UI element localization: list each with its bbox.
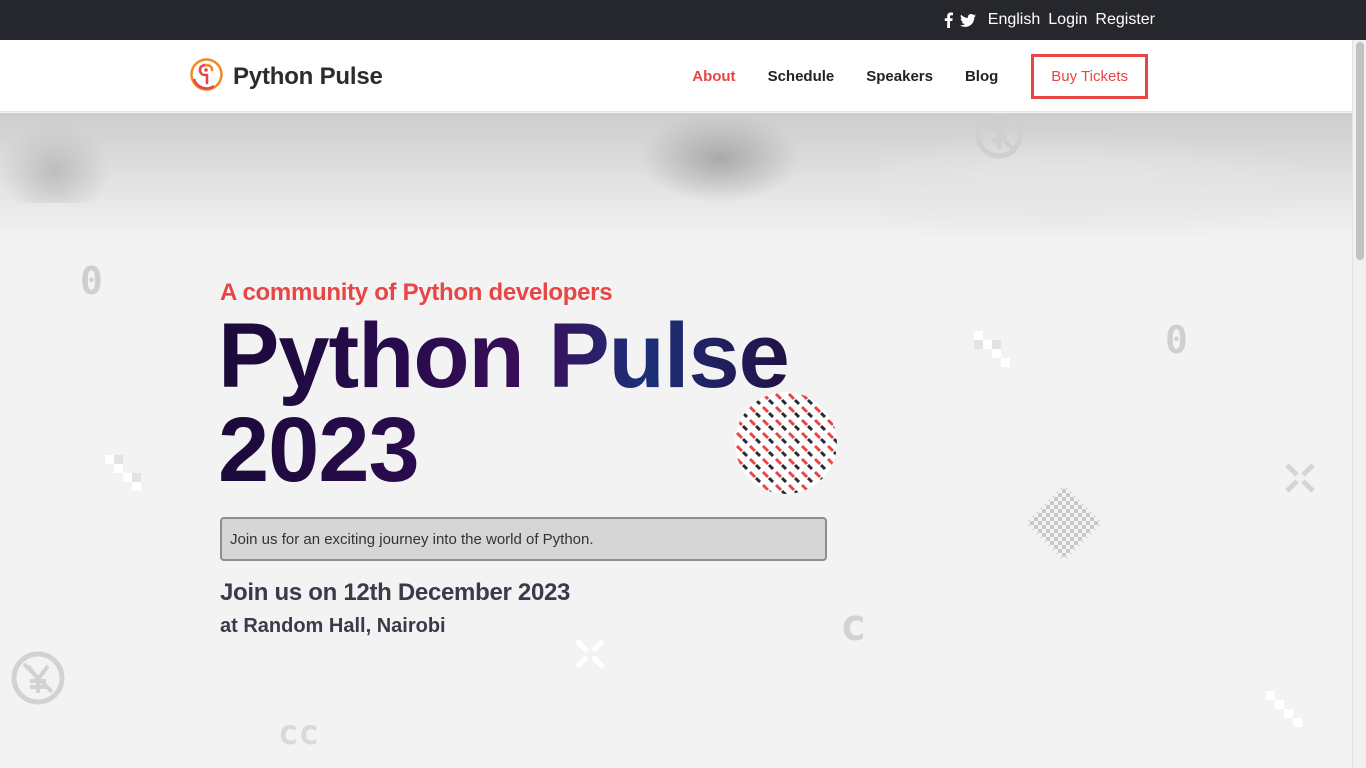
social-links <box>944 12 976 28</box>
checker-diamond-icon <box>1026 485 1102 566</box>
register-link[interactable]: Register <box>1095 11 1155 29</box>
nav-item-schedule[interactable]: Schedule <box>768 68 835 85</box>
background-shape <box>0 123 110 203</box>
hero-description: Join us for an exciting journey into the… <box>220 517 827 561</box>
x-mark-icon <box>574 638 606 675</box>
cent-symbol-icon: cc <box>278 713 319 753</box>
brand-name: Python Pulse <box>233 63 383 90</box>
scrollbar-thumb[interactable] <box>1356 42 1364 260</box>
login-link[interactable]: Login <box>1048 11 1087 29</box>
hero-background-photo <box>0 113 1352 243</box>
zero-glyph-icon: 0 <box>80 259 103 303</box>
yen-symbol-icon <box>10 650 66 711</box>
language-selector[interactable]: English <box>988 11 1040 29</box>
hero-section: 0 0 c cc A community of Python developer… <box>0 113 1352 768</box>
background-shape <box>880 133 1340 243</box>
top-utility-links: English Login Register <box>944 0 1155 40</box>
hero-title: Python Pulse 2023 <box>218 309 789 497</box>
pixel-pattern-icon <box>105 455 143 498</box>
nav-item-blog[interactable]: Blog <box>965 68 998 85</box>
nav-item-about[interactable]: About <box>692 68 735 85</box>
hero-tagline: A community of Python developers <box>220 279 613 306</box>
facebook-icon[interactable] <box>944 12 953 28</box>
nav-item-speakers[interactable]: Speakers <box>866 68 933 85</box>
python-pulse-logo-icon <box>190 58 223 96</box>
hero-title-line1: Python Pulse <box>218 305 789 407</box>
event-venue: at Random Hall, Nairobi <box>220 615 446 637</box>
cent-symbol-icon: c <box>840 600 867 651</box>
background-shape <box>640 113 800 203</box>
hero-title-line2: 2023 <box>218 399 419 501</box>
twitter-icon[interactable] <box>959 13 976 27</box>
buy-tickets-button[interactable]: Buy Tickets <box>1031 53 1148 99</box>
brand-home-link[interactable]: Python Pulse <box>190 58 383 96</box>
zero-glyph-icon: 0 <box>1165 318 1188 362</box>
main-header: Python Pulse About Schedule Speakers Blo… <box>0 40 1352 112</box>
dotted-circle-decoration <box>735 392 837 494</box>
x-mark-icon <box>1284 462 1316 499</box>
dollar-symbol-icon <box>974 113 1024 165</box>
pixel-pattern-icon <box>974 331 1012 374</box>
top-utility-bar: English Login Register <box>0 0 1366 40</box>
event-date: Join us on 12th December 2023 <box>220 579 571 606</box>
page-scrollbar[interactable] <box>1352 40 1366 768</box>
pixel-pattern-icon <box>1266 691 1304 734</box>
main-nav: About Schedule Speakers Blog Buy Tickets <box>660 52 1148 100</box>
